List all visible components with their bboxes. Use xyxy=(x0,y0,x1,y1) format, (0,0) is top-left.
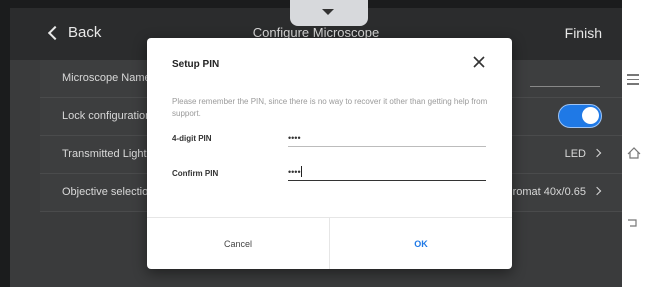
finish-button[interactable]: Finish xyxy=(565,25,602,41)
confirm-pin-input[interactable] xyxy=(288,164,486,181)
back-icon[interactable] xyxy=(627,215,639,233)
dialog-message: Please remember the PIN, since there is … xyxy=(172,97,488,118)
setting-label: Objective selection xyxy=(62,186,155,198)
triangle-down-icon xyxy=(322,9,334,15)
dialog-title: Setup PIN xyxy=(172,59,220,70)
pin-label: 4-digit PIN xyxy=(172,134,212,143)
chevron-right-icon xyxy=(592,186,602,196)
system-nav-bar xyxy=(622,0,645,287)
dialog-footer: Cancel OK xyxy=(147,217,512,269)
close-icon[interactable] xyxy=(472,55,486,69)
confirm-pin-label: Confirm PIN xyxy=(172,169,219,178)
chevron-right-icon xyxy=(592,148,602,158)
menu-icon[interactable] xyxy=(627,74,639,88)
pulldown-handle[interactable] xyxy=(290,0,368,26)
setting-label: Microscope Name xyxy=(62,72,151,84)
setting-value: LED xyxy=(564,148,602,160)
toggle-knob xyxy=(582,107,599,124)
setting-label: Lock configuration xyxy=(62,110,152,122)
lock-configuration-toggle[interactable] xyxy=(558,104,602,128)
cancel-button[interactable]: Cancel xyxy=(147,218,330,269)
ok-button[interactable]: OK xyxy=(330,218,512,269)
pin-input[interactable] xyxy=(288,130,486,147)
text-caret xyxy=(301,166,302,177)
setup-pin-dialog: Setup PIN Please remember the PIN, since… xyxy=(147,38,512,269)
microscope-name-field[interactable] xyxy=(530,72,600,87)
home-icon[interactable] xyxy=(627,146,641,164)
transmitted-light-value: LED xyxy=(564,148,586,160)
